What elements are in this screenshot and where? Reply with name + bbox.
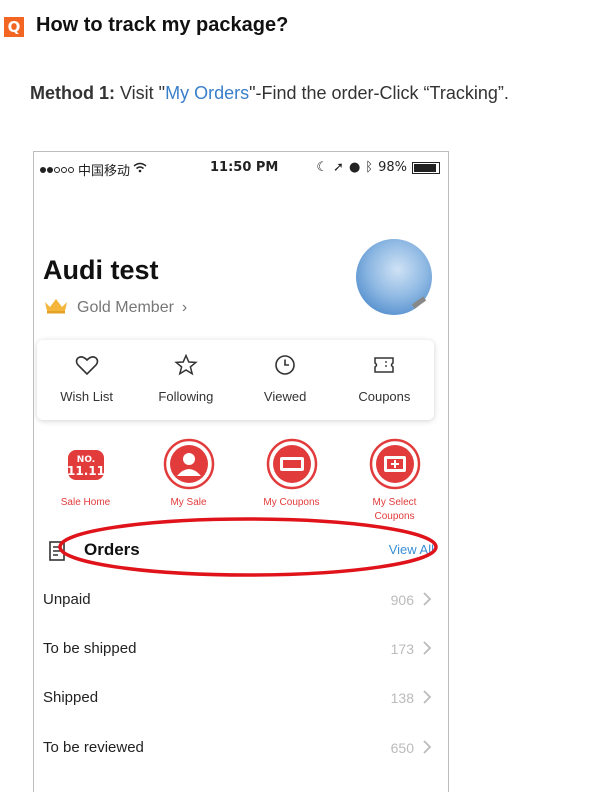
my-orders-link[interactable]: My Orders bbox=[165, 83, 249, 103]
method-text-pre: Visit " bbox=[115, 83, 166, 103]
sale-11-11-icon: NO. 11.11 bbox=[60, 438, 112, 490]
chevron-right-icon bbox=[422, 640, 432, 661]
chevron-right-icon bbox=[422, 739, 432, 760]
phone-screenshot: 中国移动 11:50 PM ☾ ➚ ● ᛒ 98% Audi test Gold… bbox=[33, 151, 449, 792]
order-row-unpaid[interactable]: Unpaid 906 bbox=[34, 576, 448, 624]
avatar[interactable] bbox=[356, 239, 432, 315]
battery-icon bbox=[412, 161, 440, 174]
battery-percent: 98% bbox=[378, 160, 407, 175]
tile-label: My Coupons bbox=[263, 497, 320, 508]
user-name: Audi test bbox=[43, 255, 159, 285]
order-row-shipped[interactable]: Shipped 138 bbox=[34, 674, 448, 722]
wifi-icon bbox=[133, 162, 147, 177]
select-coupon-icon bbox=[369, 438, 421, 490]
chevron-right-icon bbox=[422, 689, 432, 710]
method-label: Method 1: bbox=[30, 83, 115, 103]
tile-label: My Sale bbox=[170, 497, 207, 508]
order-row-count: 650 bbox=[390, 740, 414, 756]
tile-label-line1: My Select bbox=[372, 497, 417, 508]
quick-link-label: Following bbox=[158, 389, 214, 404]
tile-sale-home[interactable]: NO. 11.11 Sale Home bbox=[34, 438, 137, 524]
status-bar: 中国移动 11:50 PM ☾ ➚ ● ᛒ 98% bbox=[34, 152, 448, 182]
quick-link-label: Wish List bbox=[60, 389, 113, 404]
quick-link-viewed[interactable]: Viewed bbox=[236, 340, 335, 420]
clock-icon bbox=[273, 354, 297, 381]
status-right-group: ☾ ➚ ● ᛒ 98% bbox=[316, 160, 440, 175]
signal-group: 中国移动 bbox=[40, 160, 147, 179]
order-row-to-be-shipped[interactable]: To be shipped 173 bbox=[34, 625, 448, 673]
quick-link-label: Coupons bbox=[358, 389, 411, 404]
tile-my-coupons[interactable]: My Coupons bbox=[240, 438, 343, 524]
signal-dots-icon bbox=[40, 162, 75, 177]
order-row-count: 173 bbox=[390, 641, 414, 657]
chevron-right-icon bbox=[422, 591, 432, 612]
tile-label: My Select Coupons bbox=[373, 496, 417, 524]
order-row-count: 138 bbox=[390, 690, 414, 706]
person-icon bbox=[163, 438, 215, 490]
tile-label: Sale Home bbox=[60, 497, 111, 508]
question-title: How to track my package? bbox=[36, 14, 289, 36]
view-all-link[interactable]: View All bbox=[389, 542, 434, 557]
orders-title: Orders bbox=[84, 540, 140, 559]
bluetooth-icon: ᛒ bbox=[365, 160, 374, 175]
question-badge: Q bbox=[4, 17, 24, 37]
ticket-icon bbox=[266, 438, 318, 490]
quick-link-wish-list[interactable]: Wish List bbox=[37, 340, 136, 420]
order-row-label: To be shipped bbox=[43, 640, 137, 657]
quick-link-label: Viewed bbox=[263, 389, 307, 404]
tile-label-line2: Coupons bbox=[374, 511, 415, 522]
crown-icon bbox=[43, 296, 69, 319]
carrier-name: 中国移动 bbox=[78, 164, 131, 179]
member-chevron-icon: › bbox=[181, 298, 188, 316]
order-row-label: Shipped bbox=[43, 689, 99, 706]
location-arrow-icon: ➚ bbox=[333, 160, 344, 175]
quick-links-card: Wish List Following Viewed Coupons bbox=[37, 340, 434, 420]
method-instruction: Method 1: Visit "My Orders"-Find the ord… bbox=[30, 83, 509, 104]
star-icon bbox=[174, 353, 198, 381]
order-row-count: 906 bbox=[390, 592, 414, 608]
quick-link-coupons[interactable]: Coupons bbox=[335, 340, 434, 420]
method-text-post: "-Find the order-Click “Tracking”. bbox=[249, 83, 509, 103]
status-time: 11:50 PM bbox=[210, 160, 279, 175]
tile-my-select-coupons[interactable]: My Select Coupons bbox=[343, 438, 446, 524]
member-level-text: Gold Member bbox=[77, 298, 174, 316]
edit-pen-icon bbox=[411, 296, 427, 309]
tile-my-sale[interactable]: My Sale bbox=[137, 438, 240, 524]
orders-header: Orders View All bbox=[34, 534, 448, 568]
heart-icon bbox=[75, 354, 99, 381]
order-row-label: Unpaid bbox=[43, 591, 91, 608]
svg-text:11.11: 11.11 bbox=[67, 464, 105, 478]
coupon-icon bbox=[372, 354, 396, 381]
order-row-to-be-reviewed[interactable]: To be reviewed 650 bbox=[34, 724, 448, 772]
order-row-label: To be reviewed bbox=[43, 739, 144, 756]
promo-tiles: NO. 11.11 Sale Home My Sale My Coupons M… bbox=[34, 438, 448, 524]
quick-link-following[interactable]: Following bbox=[136, 340, 235, 420]
member-level-link[interactable]: Gold Member › bbox=[43, 296, 187, 319]
moon-icon: ☾ bbox=[316, 160, 329, 175]
alarm-icon: ● bbox=[348, 160, 361, 175]
orders-document-icon bbox=[46, 540, 68, 567]
